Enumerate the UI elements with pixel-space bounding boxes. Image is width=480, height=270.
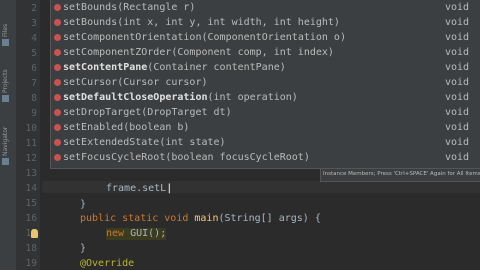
method-name: setFocusCycleRoot bbox=[63, 152, 166, 163]
method-name: setComponentZOrder bbox=[63, 47, 172, 58]
code-line-18: } bbox=[80, 243, 87, 254]
line-number: 13 bbox=[25, 168, 37, 179]
return-type: void bbox=[445, 2, 470, 13]
completion-item[interactable]: setExtendedState(int state) void bbox=[51, 135, 480, 150]
completion-item[interactable]: setFocusCycleRoot(boolean focusCycleRoot… bbox=[51, 150, 480, 165]
return-type: void bbox=[445, 32, 470, 43]
method-params: (boolean b) bbox=[123, 122, 190, 133]
code-line-19: @Override bbox=[80, 258, 135, 269]
method-icon bbox=[54, 64, 61, 71]
method-params: (Component comp, int index) bbox=[171, 47, 334, 58]
method-icon bbox=[54, 19, 61, 26]
hint-bulb-icon[interactable] bbox=[31, 229, 38, 238]
line-number: 6 bbox=[31, 63, 37, 74]
completion-item[interactable]: setDefaultCloseOperation(int operation) v… bbox=[51, 90, 480, 105]
method-params: (boolean focusCycleRoot) bbox=[165, 152, 310, 163]
line-number: 11 bbox=[25, 138, 37, 149]
method-icon bbox=[54, 79, 61, 86]
method-icon bbox=[54, 49, 61, 56]
return-type: void bbox=[445, 137, 470, 148]
code-line-14: frame.setL| bbox=[106, 183, 173, 194]
projects-tab[interactable]: Projects bbox=[2, 52, 14, 102]
code-line-16: public static void main(String[] args) { bbox=[80, 213, 321, 224]
method-name: setBounds bbox=[63, 17, 118, 28]
code-line-17: new GUI(); bbox=[106, 228, 167, 240]
line-number: 2 bbox=[31, 3, 37, 14]
return-type: void bbox=[445, 62, 470, 73]
method-icon bbox=[54, 139, 61, 146]
files-tab[interactable]: Files bbox=[2, 6, 14, 46]
line-number: 8 bbox=[31, 93, 37, 104]
completion-item[interactable]: setEnabled(boolean b) void bbox=[51, 120, 480, 135]
completion-item[interactable]: setComponentZOrder(Component comp, int i… bbox=[51, 45, 480, 60]
completion-item[interactable]: setBounds(Rectangle r) void bbox=[51, 0, 480, 15]
return-type: void bbox=[445, 107, 470, 118]
method-icon bbox=[54, 34, 61, 41]
method-params: (int state) bbox=[159, 137, 226, 148]
method-params: (Rectangle r) bbox=[117, 2, 196, 13]
line-number: 15 bbox=[25, 198, 37, 209]
return-type: void bbox=[445, 77, 470, 88]
method-icon bbox=[54, 154, 61, 161]
line-number: 3 bbox=[31, 18, 37, 29]
code-completion-popup: setBounds(Rectangle r) void setBounds(int … bbox=[50, 0, 480, 169]
completion-item[interactable]: setContentPane(Container contentPane) voi… bbox=[51, 60, 480, 75]
line-number: 14 bbox=[25, 183, 37, 194]
return-type: void bbox=[445, 17, 470, 28]
method-name: setComponentOrientation bbox=[63, 32, 202, 43]
method-name: setCursor bbox=[63, 77, 118, 88]
line-number: 9 bbox=[31, 108, 37, 119]
line-number: 12 bbox=[25, 153, 37, 164]
method-icon bbox=[54, 124, 61, 131]
completion-hint-bar: Instance Members; Press 'Ctrl+SPACE' Aga… bbox=[320, 168, 480, 182]
return-type: void bbox=[445, 152, 470, 163]
code-line-15: } bbox=[80, 199, 87, 210]
line-number: 5 bbox=[31, 48, 37, 59]
line-number: 18 bbox=[25, 243, 37, 254]
line-number: 19 bbox=[25, 258, 37, 269]
method-name: setExtendedState bbox=[63, 137, 160, 148]
completion-item[interactable]: setBounds(int x, int y, int width, int h… bbox=[51, 15, 480, 30]
files-icon bbox=[2, 39, 10, 46]
method-params: (int operation) bbox=[207, 92, 298, 103]
method-icon bbox=[54, 109, 61, 116]
method-icon bbox=[54, 4, 61, 11]
return-type: void bbox=[445, 122, 470, 133]
return-type: void bbox=[445, 47, 470, 58]
method-params: (ComponentOrientation o) bbox=[201, 32, 346, 43]
method-name: setContentPane bbox=[63, 62, 148, 73]
line-number: 7 bbox=[31, 78, 37, 89]
completion-item[interactable]: setCursor(Cursor cursor) void bbox=[51, 75, 480, 90]
method-params: (DropTarget dt) bbox=[141, 107, 232, 118]
method-icon bbox=[54, 94, 61, 101]
line-number: 4 bbox=[31, 33, 37, 44]
navigator-icon bbox=[2, 158, 10, 165]
method-params: (Container contentPane) bbox=[147, 62, 286, 73]
navigator-tab[interactable]: Navigator bbox=[2, 110, 14, 165]
method-params: (Cursor cursor) bbox=[117, 77, 208, 88]
method-params: (int x, int y, int width, int height) bbox=[117, 17, 340, 28]
projects-icon bbox=[2, 95, 10, 102]
side-panel-strip: Files Projects Navigator bbox=[0, 0, 17, 270]
completion-item[interactable]: setComponentOrientation(ComponentOrienta… bbox=[51, 30, 480, 45]
return-type: void bbox=[445, 92, 470, 103]
method-name: setEnabled bbox=[63, 122, 124, 133]
method-name: setDefaultCloseOperation bbox=[63, 92, 208, 103]
completion-item[interactable]: setDropTarget(DropTarget dt) void bbox=[51, 105, 480, 120]
method-name: setDropTarget bbox=[63, 107, 142, 118]
line-number: 10 bbox=[25, 123, 37, 134]
line-number: 16 bbox=[25, 213, 37, 224]
method-name: setBounds bbox=[63, 2, 118, 13]
